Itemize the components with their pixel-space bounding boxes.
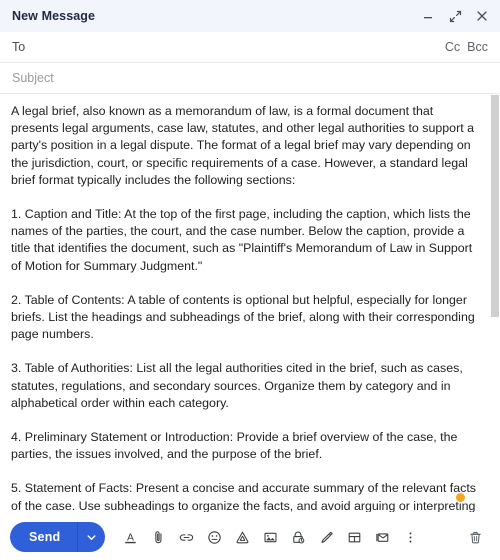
subject-row[interactable]: Subject [0,63,500,94]
toolbar-icons: A [118,524,423,550]
send-button[interactable]: Send [10,522,77,552]
mail-template-icon[interactable] [370,524,395,550]
compose-header: New Message [0,0,500,32]
message-body[interactable]: A legal brief, also known as a memorandu… [0,94,500,512]
more-options-icon[interactable] [398,524,423,550]
close-icon[interactable] [475,9,489,23]
cc-button[interactable]: Cc [445,40,460,54]
minimize-icon[interactable] [421,9,435,23]
svg-text:A: A [127,532,134,543]
compose-window: New Message To Cc Bcc Subject A legal br… [0,0,500,560]
send-button-group[interactable]: Send [10,522,106,552]
attach-file-icon[interactable] [146,524,171,550]
compose-toolbar: Send A [0,513,500,560]
recipient-to-row[interactable]: To Cc Bcc [0,32,500,63]
cc-bcc-group: Cc Bcc [445,40,488,54]
insert-link-icon[interactable] [174,524,199,550]
body-paragraph: A legal brief, also known as a memorandu… [11,104,475,187]
body-paragraph: 2. Table of Contents: A table of content… [11,292,475,342]
formatting-options-icon[interactable]: A [118,524,143,550]
message-body-text[interactable]: A legal brief, also known as a memorandu… [11,103,482,512]
body-scrollbar-thumb[interactable] [491,95,499,317]
layout-icon[interactable] [342,524,367,550]
insert-photo-icon[interactable] [258,524,283,550]
insert-emoji-icon[interactable] [202,524,227,550]
discard-draft-trash-icon[interactable] [463,524,488,550]
confidential-mode-icon[interactable] [286,524,311,550]
compose-title: New Message [12,9,96,23]
window-controls [421,9,489,23]
body-paragraph: 4. Preliminary Statement or Introduction… [11,430,458,462]
body-paragraph: 1. Caption and Title: At the top of the … [11,207,473,273]
body-scrollbar[interactable] [489,94,500,512]
insert-signature-icon[interactable] [314,524,339,550]
send-options-chevron-down-icon[interactable] [78,522,105,552]
body-paragraph: 5. Statement of Facts: Present a concise… [11,481,477,512]
subject-input[interactable]: Subject [12,71,488,85]
bcc-button[interactable]: Bcc [467,40,488,54]
insert-drive-icon[interactable] [230,524,255,550]
expand-icon[interactable] [448,9,462,23]
to-label: To [12,40,26,54]
body-paragraph: 3. Table of Authorities: List all the le… [11,361,463,410]
